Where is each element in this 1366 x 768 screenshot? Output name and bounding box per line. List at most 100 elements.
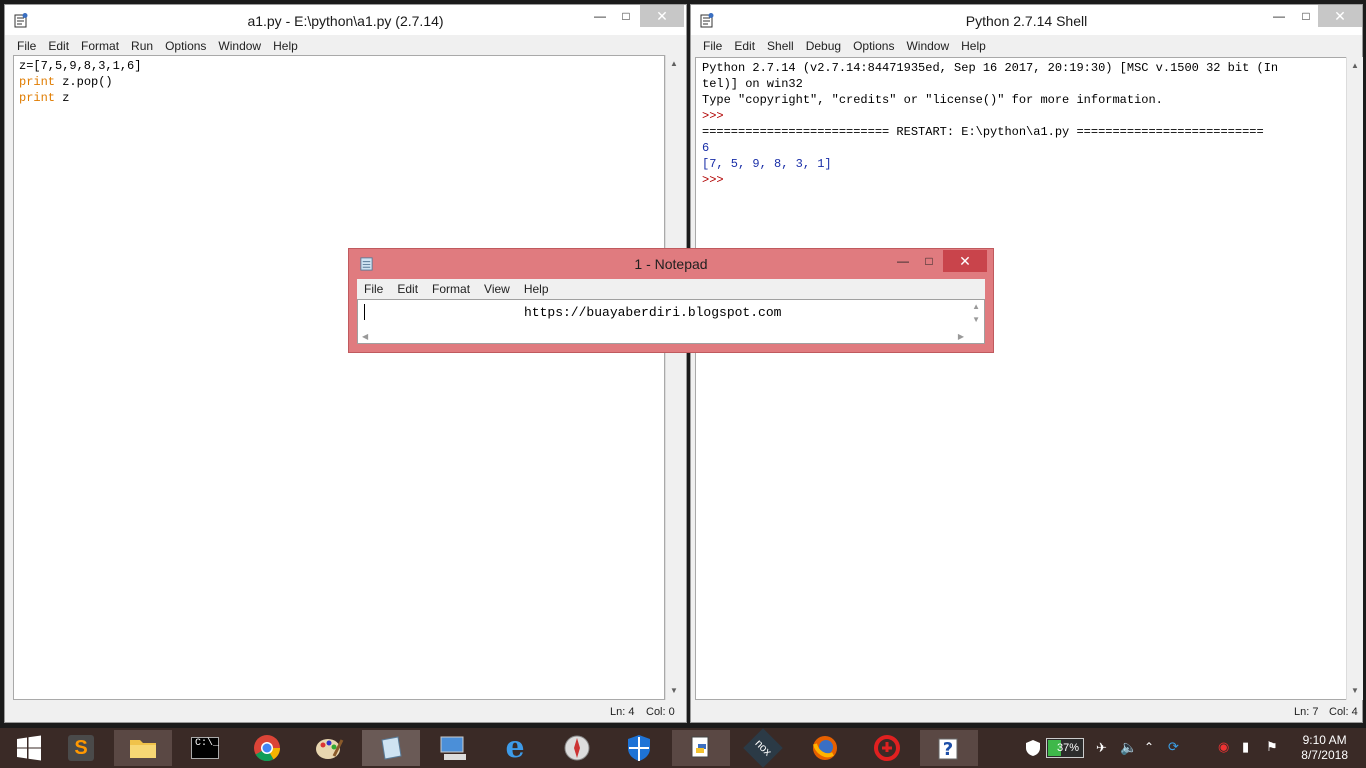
taskbar-notepad[interactable] [362, 730, 420, 766]
taskbar-windows-defender[interactable] [610, 730, 668, 766]
maximize-button[interactable]: □ [915, 250, 943, 272]
menu-options[interactable]: Options [159, 35, 212, 53]
menu-help[interactable]: Help [517, 279, 556, 296]
maximize-button[interactable]: □ [1292, 5, 1320, 27]
menu-file[interactable]: File [357, 279, 390, 296]
menu-view[interactable]: View [477, 279, 517, 296]
code-line: print z.pop() [19, 75, 113, 89]
shell-scrollbar[interactable]: ▲ ▼ [1346, 57, 1363, 700]
taskbar-compass[interactable] [548, 730, 606, 766]
taskbar-command-prompt[interactable]: C:\_ [176, 730, 234, 766]
close-button[interactable]: ✕ [1318, 5, 1362, 27]
notepad-text-area[interactable]: https://buayaberdiri.blogspot.com ▲ ▼ ◀ … [357, 299, 985, 344]
taskbar-python-idle[interactable] [672, 730, 730, 766]
shell-prompt: >>> [702, 173, 724, 187]
compass-icon [564, 735, 590, 761]
scroll-down-arrow-icon[interactable]: ▼ [666, 684, 682, 698]
status-line: Ln: 4 [610, 706, 635, 718]
clock-time: 9:10 AM [1302, 733, 1347, 747]
close-button[interactable]: ✕ [640, 5, 684, 27]
menu-format[interactable]: Format [75, 35, 125, 53]
menu-options[interactable]: Options [847, 35, 900, 53]
sublime-icon: S [68, 735, 94, 761]
security-shield-icon[interactable] [1024, 739, 1042, 757]
status-line: Ln: 7 [1294, 706, 1319, 718]
menu-window[interactable]: Window [900, 35, 955, 53]
scroll-right-arrow-icon[interactable]: ▶ [958, 332, 964, 341]
menu-run[interactable]: Run [125, 35, 159, 53]
shell-output[interactable]: Python 2.7.14 (v2.7.14:84471935ed, Sep 1… [695, 57, 1347, 700]
menu-edit[interactable]: Edit [728, 35, 761, 53]
menu-bar: File Edit Shell Debug Options Window Help [697, 35, 1362, 57]
sync-icon[interactable]: ⟳ [1168, 739, 1179, 755]
menu-format[interactable]: Format [425, 279, 477, 296]
menu-shell[interactable]: Shell [761, 35, 800, 53]
shell-titlebar[interactable]: Python 2.7.14 Shell — □ ✕ [691, 5, 1362, 35]
menu-window[interactable]: Window [212, 35, 267, 53]
network-icon[interactable]: ✈ [1096, 740, 1107, 756]
taskbar-remote-desktop[interactable] [424, 730, 482, 766]
taskbar-nox[interactable]: nox [734, 728, 792, 768]
maximize-button[interactable]: □ [612, 5, 640, 27]
clock[interactable]: 9:10 AM 8/7/2018 [1301, 733, 1348, 763]
scroll-up-arrow-icon[interactable]: ▲ [972, 302, 980, 311]
minimize-button[interactable]: — [586, 5, 614, 27]
ie-icon: e [505, 730, 525, 765]
scroll-down-arrow-icon[interactable]: ▼ [972, 315, 980, 324]
restart-banner: ========================== RESTART: E:\p… [702, 125, 1264, 139]
volume-icon[interactable]: 🔈 [1120, 739, 1137, 756]
menu-edit[interactable]: Edit [390, 279, 425, 296]
editor-scrollbar[interactable]: ▲ ▼ [665, 55, 682, 700]
shell-output-line: [7, 5, 9, 8, 3, 1] [702, 157, 832, 171]
scroll-left-arrow-icon[interactable]: ◀ [362, 332, 368, 341]
status-column: Col: 0 [646, 706, 675, 718]
shell-line: Python 2.7.14 (v2.7.14:84471935ed, Sep 1… [702, 61, 1279, 75]
minimize-button[interactable]: — [1265, 5, 1293, 27]
windows-logo-icon [17, 735, 41, 761]
notepad-icon [381, 736, 402, 760]
taskbar-sublime[interactable]: S [52, 730, 110, 766]
taskbar-help-file[interactable]: ? [920, 730, 978, 766]
start-button[interactable] [0, 730, 58, 766]
menu-file[interactable]: File [11, 35, 42, 53]
menu-file[interactable]: File [697, 35, 728, 53]
python-icon [691, 736, 709, 758]
scroll-up-arrow-icon[interactable]: ▲ [1347, 59, 1363, 73]
shell-line: Type "copyright", "credits" or "license(… [702, 93, 1163, 107]
clock-date: 8/7/2018 [1301, 748, 1348, 762]
battery-indicator[interactable]: 37% [1046, 738, 1084, 758]
help-icon: ? [938, 738, 958, 760]
close-button[interactable]: ✕ [943, 250, 987, 272]
taskbar-internet-explorer[interactable]: e [486, 730, 544, 766]
notepad-titlebar[interactable]: 1 - Notepad — □ ✕ [349, 249, 993, 279]
taskbar-firefox[interactable] [796, 730, 854, 766]
folder-icon [130, 740, 156, 758]
garena-icon [874, 735, 900, 761]
action-center-flag-icon[interactable]: ⚑ [1266, 739, 1278, 755]
terminal-icon: C:\_ [191, 737, 219, 759]
code-editor[interactable]: z=[7,5,9,8,3,1,6] print z.pop() print z [13, 55, 665, 700]
notepad-content: https://buayaberdiri.blogspot.com [524, 305, 782, 320]
taskbar-garena[interactable] [858, 730, 916, 766]
taskbar-paint[interactable] [300, 730, 358, 766]
device-icon[interactable]: ▮ [1242, 739, 1249, 755]
taskbar-file-explorer[interactable] [114, 730, 172, 766]
battery-percent: 37% [1057, 742, 1080, 754]
taskbar-chrome[interactable] [238, 730, 296, 766]
taskbar: S C:\_ e nox ? 37% ✈ 🔈 ⌃ ⟳ ◉ ▮ ⚑ 9:10 AM… [0, 728, 1366, 768]
chevron-up-icon[interactable]: ⌃ [1144, 740, 1154, 754]
window-title: a1.py - E:\python\a1.py (2.7.14) [247, 13, 444, 29]
editor-titlebar[interactable]: a1.py - E:\python\a1.py (2.7.14) — □ ✕ [5, 5, 686, 35]
menu-help[interactable]: Help [267, 35, 304, 53]
scroll-up-arrow-icon[interactable]: ▲ [666, 57, 682, 71]
menu-debug[interactable]: Debug [800, 35, 847, 53]
nox-icon: nox [743, 728, 783, 768]
scroll-down-arrow-icon[interactable]: ▼ [1347, 684, 1363, 698]
monitor-icon [440, 736, 466, 760]
palette-icon [316, 739, 344, 759]
menu-edit[interactable]: Edit [42, 35, 75, 53]
shell-prompt: >>> [702, 109, 724, 123]
camera-icon[interactable]: ◉ [1218, 739, 1229, 755]
menu-help[interactable]: Help [955, 35, 992, 53]
minimize-button[interactable]: — [889, 250, 917, 272]
